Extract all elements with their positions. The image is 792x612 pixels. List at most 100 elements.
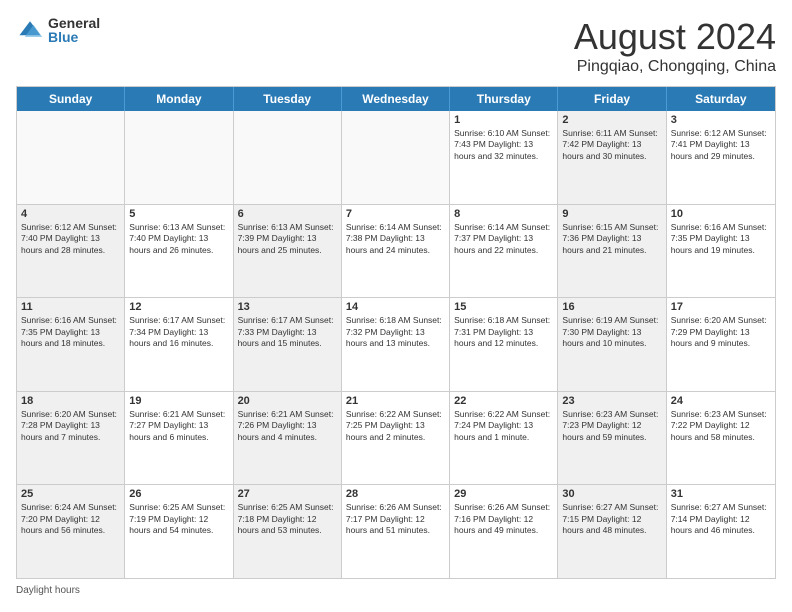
cell-info: Sunrise: 6:20 AM Sunset: 7:29 PM Dayligh…: [671, 315, 771, 349]
calendar-cell: 18 Sunrise: 6:20 AM Sunset: 7:28 PM Dayli…: [17, 392, 125, 485]
cell-info: Sunrise: 6:12 AM Sunset: 7:40 PM Dayligh…: [21, 222, 120, 256]
footer-label: Daylight hours: [16, 585, 80, 596]
logo: General Blue: [16, 16, 100, 44]
cell-date: 8: [454, 208, 553, 220]
cell-date: 1: [454, 114, 553, 126]
calendar-cell: 30Sunrise: 6:27 AM Sunset: 7:15 PM Dayli…: [558, 485, 666, 578]
cell-date: 14: [346, 301, 445, 313]
calendar-body: 1 Sunrise: 6:10 AM Sunset: 7:43 PM Daylig…: [17, 111, 775, 578]
cell-info: Sunrise: 6:14 AM Sunset: 7:37 PM Dayligh…: [454, 222, 553, 256]
calendar-row: 25Sunrise: 6:24 AM Sunset: 7:20 PM Dayli…: [17, 485, 775, 578]
calendar-cell: 23 Sunrise: 6:23 AM Sunset: 7:23 PM Dayli…: [558, 392, 666, 485]
calendar-row: 11 Sunrise: 6:16 AM Sunset: 7:35 PM Dayli…: [17, 298, 775, 392]
cell-info: Sunrise: 6:25 AM Sunset: 7:18 PM Dayligh…: [238, 502, 337, 536]
footer-note: Daylight hours: [16, 585, 776, 596]
cell-info: Sunrise: 6:12 AM Sunset: 7:41 PM Dayligh…: [671, 128, 771, 162]
day-headers: SundayMondayTuesdayWednesdayThursdayFrid…: [17, 87, 775, 111]
calendar-cell: 8 Sunrise: 6:14 AM Sunset: 7:37 PM Daylig…: [450, 205, 558, 298]
logo-general: General: [48, 16, 100, 30]
cell-date: 19: [129, 395, 228, 407]
calendar-cell: [234, 111, 342, 204]
cell-date: 29: [454, 488, 553, 500]
calendar-cell: 6Sunrise: 6:13 AM Sunset: 7:39 PM Daylig…: [234, 205, 342, 298]
cell-info: Sunrise: 6:11 AM Sunset: 7:42 PM Dayligh…: [562, 128, 661, 162]
calendar-cell: 17 Sunrise: 6:20 AM Sunset: 7:29 PM Dayli…: [667, 298, 775, 391]
calendar-cell: 4 Sunrise: 6:12 AM Sunset: 7:40 PM Daylig…: [17, 205, 125, 298]
day-header-saturday: Saturday: [667, 87, 775, 111]
calendar-cell: 13 Sunrise: 6:17 AM Sunset: 7:33 PM Dayli…: [234, 298, 342, 391]
page: General Blue August 2024 Pingqiao, Chong…: [0, 0, 792, 612]
cell-info: Sunrise: 6:20 AM Sunset: 7:28 PM Dayligh…: [21, 409, 120, 443]
cell-info: Sunrise: 6:17 AM Sunset: 7:34 PM Dayligh…: [129, 315, 228, 349]
calendar-cell: 1 Sunrise: 6:10 AM Sunset: 7:43 PM Daylig…: [450, 111, 558, 204]
cell-date: 3: [671, 114, 771, 126]
calendar-row: 4 Sunrise: 6:12 AM Sunset: 7:40 PM Daylig…: [17, 205, 775, 299]
calendar-cell: 28Sunrise: 6:26 AM Sunset: 7:17 PM Dayli…: [342, 485, 450, 578]
day-header-thursday: Thursday: [450, 87, 558, 111]
calendar-cell: 15 Sunrise: 6:18 AM Sunset: 7:31 PM Dayli…: [450, 298, 558, 391]
cell-info: Sunrise: 6:23 AM Sunset: 7:23 PM Dayligh…: [562, 409, 661, 443]
calendar-cell: 27Sunrise: 6:25 AM Sunset: 7:18 PM Dayli…: [234, 485, 342, 578]
calendar-cell: 22 Sunrise: 6:22 AM Sunset: 7:24 PM Dayli…: [450, 392, 558, 485]
cell-info: Sunrise: 6:15 AM Sunset: 7:36 PM Dayligh…: [562, 222, 661, 256]
month-title: August 2024: [574, 16, 776, 58]
cell-info: Sunrise: 6:21 AM Sunset: 7:26 PM Dayligh…: [238, 409, 337, 443]
day-header-monday: Monday: [125, 87, 233, 111]
cell-date: 25: [21, 488, 120, 500]
calendar-cell: [125, 111, 233, 204]
calendar-cell: 21 Sunrise: 6:22 AM Sunset: 7:25 PM Dayli…: [342, 392, 450, 485]
cell-info: Sunrise: 6:17 AM Sunset: 7:33 PM Dayligh…: [238, 315, 337, 349]
calendar-cell: 19 Sunrise: 6:21 AM Sunset: 7:27 PM Dayli…: [125, 392, 233, 485]
cell-date: 5: [129, 208, 228, 220]
calendar-cell: 14Sunrise: 6:18 AM Sunset: 7:32 PM Dayli…: [342, 298, 450, 391]
cell-info: Sunrise: 6:25 AM Sunset: 7:19 PM Dayligh…: [129, 502, 228, 536]
cell-info: Sunrise: 6:14 AM Sunset: 7:38 PM Dayligh…: [346, 222, 445, 256]
cell-date: 17: [671, 301, 771, 313]
calendar-cell: 12Sunrise: 6:17 AM Sunset: 7:34 PM Dayli…: [125, 298, 233, 391]
cell-info: Sunrise: 6:23 AM Sunset: 7:22 PM Dayligh…: [671, 409, 771, 443]
cell-date: 13: [238, 301, 337, 313]
calendar-cell: 2Sunrise: 6:11 AM Sunset: 7:42 PM Daylig…: [558, 111, 666, 204]
cell-date: 4: [21, 208, 120, 220]
cell-info: Sunrise: 6:26 AM Sunset: 7:16 PM Dayligh…: [454, 502, 553, 536]
logo-icon: [16, 16, 44, 44]
cell-info: Sunrise: 6:16 AM Sunset: 7:35 PM Dayligh…: [671, 222, 771, 256]
calendar-cell: 5 Sunrise: 6:13 AM Sunset: 7:40 PM Daylig…: [125, 205, 233, 298]
cell-info: Sunrise: 6:19 AM Sunset: 7:30 PM Dayligh…: [562, 315, 661, 349]
cell-info: Sunrise: 6:18 AM Sunset: 7:31 PM Dayligh…: [454, 315, 553, 349]
cell-date: 22: [454, 395, 553, 407]
calendar-cell: 10Sunrise: 6:16 AM Sunset: 7:35 PM Dayli…: [667, 205, 775, 298]
cell-date: 9: [562, 208, 661, 220]
cell-info: Sunrise: 6:26 AM Sunset: 7:17 PM Dayligh…: [346, 502, 445, 536]
cell-info: Sunrise: 6:22 AM Sunset: 7:24 PM Dayligh…: [454, 409, 553, 443]
location-title: Pingqiao, Chongqing, China: [574, 58, 776, 76]
cell-info: Sunrise: 6:27 AM Sunset: 7:14 PM Dayligh…: [671, 502, 771, 536]
cell-info: Sunrise: 6:22 AM Sunset: 7:25 PM Dayligh…: [346, 409, 445, 443]
cell-date: 15: [454, 301, 553, 313]
cell-date: 21: [346, 395, 445, 407]
calendar-row: 18 Sunrise: 6:20 AM Sunset: 7:28 PM Dayli…: [17, 392, 775, 486]
cell-date: 30: [562, 488, 661, 500]
day-header-friday: Friday: [558, 87, 666, 111]
cell-date: 11: [21, 301, 120, 313]
calendar-cell: 24Sunrise: 6:23 AM Sunset: 7:22 PM Dayli…: [667, 392, 775, 485]
logo-blue: Blue: [48, 30, 100, 44]
cell-info: Sunrise: 6:10 AM Sunset: 7:43 PM Dayligh…: [454, 128, 553, 162]
cell-date: 18: [21, 395, 120, 407]
calendar-cell: 11 Sunrise: 6:16 AM Sunset: 7:35 PM Dayli…: [17, 298, 125, 391]
calendar-cell: 25Sunrise: 6:24 AM Sunset: 7:20 PM Dayli…: [17, 485, 125, 578]
cell-info: Sunrise: 6:13 AM Sunset: 7:40 PM Dayligh…: [129, 222, 228, 256]
cell-date: 7: [346, 208, 445, 220]
calendar-cell: 26Sunrise: 6:25 AM Sunset: 7:19 PM Dayli…: [125, 485, 233, 578]
calendar-cell: [17, 111, 125, 204]
calendar: SundayMondayTuesdayWednesdayThursdayFrid…: [16, 86, 776, 579]
calendar-cell: 29 Sunrise: 6:26 AM Sunset: 7:16 PM Dayli…: [450, 485, 558, 578]
cell-date: 16: [562, 301, 661, 313]
cell-info: Sunrise: 6:16 AM Sunset: 7:35 PM Dayligh…: [21, 315, 120, 349]
cell-date: 20: [238, 395, 337, 407]
day-header-sunday: Sunday: [17, 87, 125, 111]
cell-date: 23: [562, 395, 661, 407]
cell-info: Sunrise: 6:13 AM Sunset: 7:39 PM Dayligh…: [238, 222, 337, 256]
cell-info: Sunrise: 6:21 AM Sunset: 7:27 PM Dayligh…: [129, 409, 228, 443]
calendar-cell: 3 Sunrise: 6:12 AM Sunset: 7:41 PM Daylig…: [667, 111, 775, 204]
